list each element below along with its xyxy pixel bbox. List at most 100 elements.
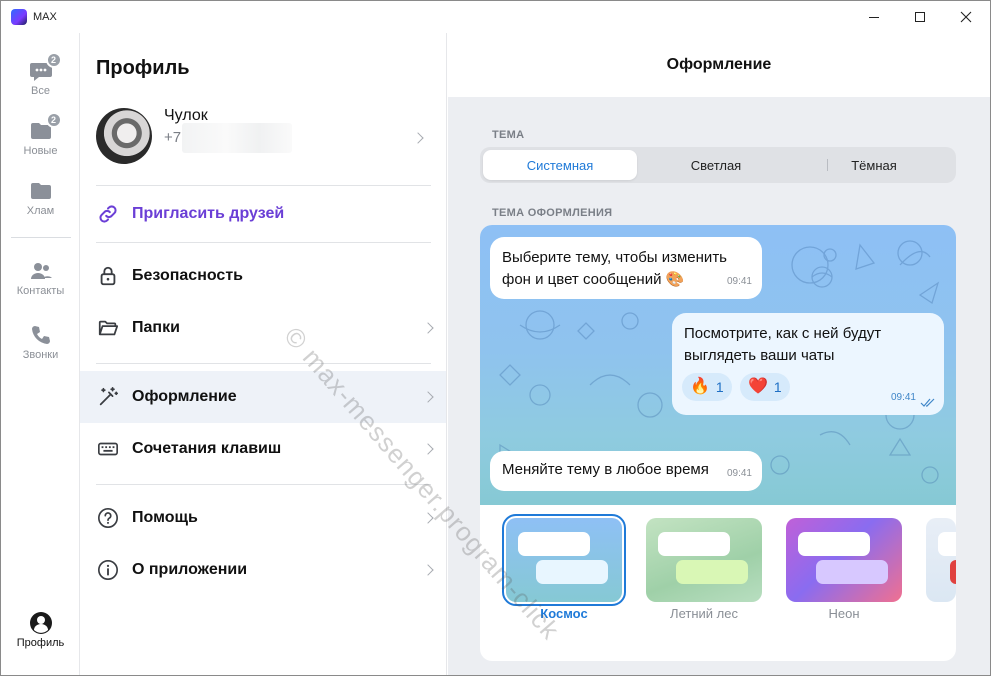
title-bar: MAX xyxy=(1,1,990,33)
theme-thumb-more[interactable] xyxy=(926,518,956,602)
divider xyxy=(96,484,431,485)
menu-label: Папки xyxy=(132,319,180,336)
theme-thumb-label: Неон xyxy=(828,606,860,621)
message-text: Меняйте тему в любое время xyxy=(502,461,709,478)
theme-thumb-summer-forest[interactable] xyxy=(646,518,762,602)
reaction-chip[interactable]: ❤️ 1 xyxy=(740,373,790,401)
chevron-right-icon xyxy=(422,564,434,576)
message-text: Посмотрите, как с ней будут выглядеть ва… xyxy=(684,325,882,364)
menu-item-appearance[interactable]: Оформление xyxy=(80,371,446,423)
rail-label: Хлам xyxy=(26,205,55,217)
menu-label: Безопасность xyxy=(132,267,243,284)
window-title: MAX xyxy=(33,11,57,23)
theme-option-dark[interactable]: Тёмная xyxy=(798,150,950,180)
reaction-chip[interactable]: 🔥 1 xyxy=(682,373,732,401)
theme-card: Выберите тему, чтобы изменить фон и цвет… xyxy=(480,225,956,661)
rail-item-contacts[interactable]: Контакты xyxy=(1,259,80,297)
thumb-bubble xyxy=(536,560,608,584)
link-icon xyxy=(96,202,120,226)
menu-item-about[interactable]: О приложении xyxy=(80,544,446,596)
reaction-emoji: 🔥 xyxy=(690,378,710,395)
menu-item-folders[interactable]: Папки xyxy=(80,302,446,354)
close-button[interactable] xyxy=(943,1,989,33)
message-bubble-outgoing: Посмотрите, как с ней будут выглядеть ва… xyxy=(672,313,944,415)
app-window: MAX 2 Все 2 Новые Хлам Контакты Звонки П… xyxy=(0,0,991,676)
maximize-button[interactable] xyxy=(897,1,943,33)
theme-thumb-label: Летний лес xyxy=(670,606,738,621)
thumb-bubble xyxy=(676,560,748,584)
thumb-bubble xyxy=(950,560,956,584)
divider xyxy=(96,363,431,364)
rail-label: Звонки xyxy=(22,349,59,361)
rail-label: Контакты xyxy=(16,285,65,297)
contacts-icon xyxy=(29,259,53,283)
rail-label: Профиль xyxy=(16,637,65,649)
minimize-button[interactable] xyxy=(851,1,897,33)
message-bubble-incoming: Выберите тему, чтобы изменить фон и цвет… xyxy=(490,237,762,299)
theme-option-light[interactable]: Светлая xyxy=(640,150,792,180)
appearance-panel: Оформление ТЕМА Системная Светлая Тёмная… xyxy=(448,33,990,675)
rail-item-all[interactable]: 2 Все xyxy=(1,52,80,97)
menu-label: О приложении xyxy=(132,561,248,578)
menu-item-help[interactable]: Помощь xyxy=(80,492,446,544)
double-check-icon xyxy=(920,398,935,407)
maximize-icon xyxy=(915,12,925,22)
minimize-icon xyxy=(869,16,879,18)
keyboard-icon xyxy=(96,437,120,461)
theme-thumb-cosmos[interactable] xyxy=(502,514,626,606)
thumb-bubble xyxy=(798,532,870,556)
menu-item-shortcuts[interactable]: Сочетания клавиш xyxy=(80,423,446,475)
phone-redaction xyxy=(182,123,292,153)
message-time: 09:41 xyxy=(726,468,752,479)
user-card[interactable]: Чулок +7 xyxy=(96,105,436,165)
rail-item-new[interactable]: 2 Новые xyxy=(1,112,80,157)
folder-icon xyxy=(29,179,53,203)
rail-item-profile[interactable]: Профиль xyxy=(1,611,80,649)
folder-open-icon xyxy=(96,316,120,340)
thumb-bubble xyxy=(816,560,888,584)
panel-header: Оформление xyxy=(448,33,990,97)
menu-label: Оформление xyxy=(132,388,237,405)
thumb-bubble xyxy=(658,532,730,556)
theme-segmented-control: Системная Светлая Тёмная xyxy=(480,147,956,183)
theme-thumb-neon[interactable] xyxy=(786,518,902,602)
theme-option-system[interactable]: Системная xyxy=(483,150,637,180)
chat-bubble-icon: 2 xyxy=(29,52,62,83)
menu-label: Пригласить друзей xyxy=(132,205,285,222)
lock-icon xyxy=(96,264,120,288)
chevron-right-icon xyxy=(412,132,424,144)
menu-label: Помощь xyxy=(132,509,198,526)
close-icon xyxy=(960,11,972,23)
divider xyxy=(96,242,431,243)
chat-preview: Выберите тему, чтобы изменить фон и цвет… xyxy=(480,225,956,505)
phone-icon xyxy=(29,323,53,347)
help-icon xyxy=(96,506,120,530)
rail-item-calls[interactable]: Звонки xyxy=(1,323,80,361)
profile-panel: Профиль Чулок +7 Пригласить друзей Безоп… xyxy=(80,33,447,675)
thumb-bubble xyxy=(518,532,590,556)
section-label-design: ТЕМА ОФОРМЛЕНИЯ xyxy=(492,207,613,219)
theme-thumbnails: Космос Летний лес Неон xyxy=(480,505,956,661)
menu-label: Сочетания клавиш xyxy=(132,440,282,457)
message-time: 09:41 xyxy=(890,392,916,403)
message-text: Выберите тему, чтобы изменить фон и цвет… xyxy=(502,249,727,288)
rail-divider xyxy=(11,237,71,238)
rail-item-junk[interactable]: Хлам xyxy=(1,179,80,217)
user-phone: +7 xyxy=(164,129,182,146)
divider xyxy=(96,185,431,186)
thumb-bubble xyxy=(938,532,956,556)
left-rail: 2 Все 2 Новые Хлам Контакты Звонки Профи… xyxy=(1,33,80,675)
chevron-right-icon xyxy=(422,322,434,334)
avatar xyxy=(96,108,152,164)
profile-icon xyxy=(29,611,53,635)
reaction-emoji: ❤️ xyxy=(748,378,768,395)
rail-label: Все xyxy=(31,85,50,97)
unread-badge: 2 xyxy=(45,112,62,128)
menu-item-security[interactable]: Безопасность xyxy=(80,250,446,302)
menu-item-invite[interactable]: Пригласить друзей xyxy=(80,188,446,240)
reaction-count: 1 xyxy=(773,379,782,395)
chevron-right-icon xyxy=(422,512,434,524)
message-time: 09:41 xyxy=(726,276,752,287)
folder-icon: 2 xyxy=(29,112,62,143)
magic-wand-icon xyxy=(96,385,120,409)
